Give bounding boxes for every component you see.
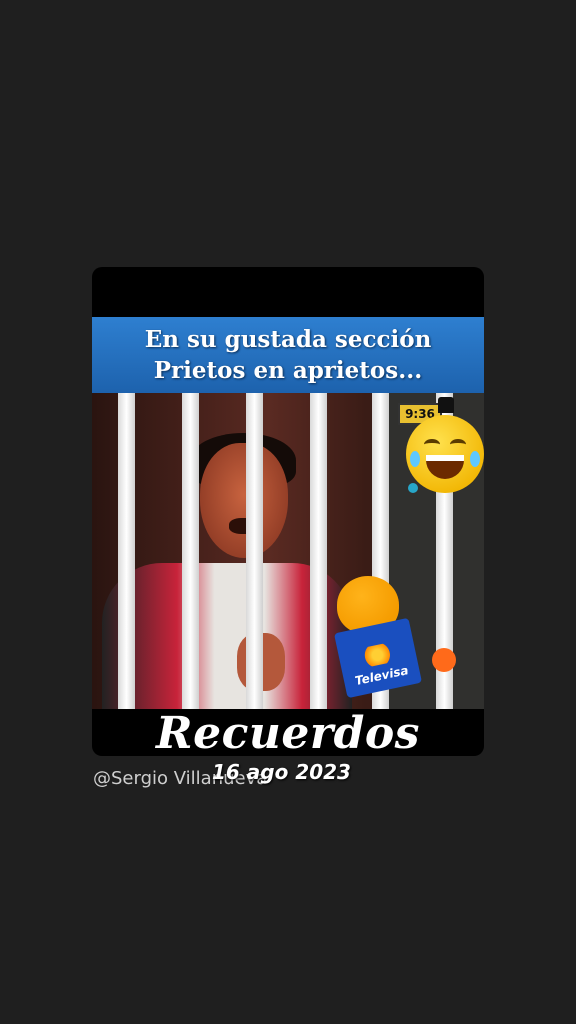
post-date: 16 ago 2023 [212, 760, 351, 784]
person-face [200, 443, 288, 558]
video-title: Recuerdos [156, 708, 420, 757]
video-banner: En su gustada sección Prietos en aprieto… [92, 317, 484, 393]
blue-dot [408, 483, 418, 493]
laughing-emoji-icon [406, 415, 484, 493]
emoji-eye [424, 439, 440, 450]
televisa-logo-icon [357, 641, 398, 669]
video-card[interactable]: En su gustada sección Prietos en aprieto… [92, 267, 484, 756]
emoji-tear [470, 451, 480, 467]
cell-bar [246, 393, 263, 709]
cell-bar [310, 393, 327, 709]
cell-bar [118, 393, 135, 709]
orange-dot [432, 648, 456, 672]
video-frame: Televisa 9:36 [92, 393, 484, 709]
screen: { "video": { "banner_line1": "En su gust… [0, 0, 576, 1024]
banner-line-2: Prietos en aprietos... [153, 357, 423, 384]
emoji-tear [410, 451, 420, 467]
emoji-mouth [426, 455, 464, 479]
cell-bar [182, 393, 199, 709]
emoji-eye [450, 439, 466, 450]
top-hat-icon [438, 397, 454, 413]
banner-line-1: En su gustada sección [144, 326, 432, 353]
